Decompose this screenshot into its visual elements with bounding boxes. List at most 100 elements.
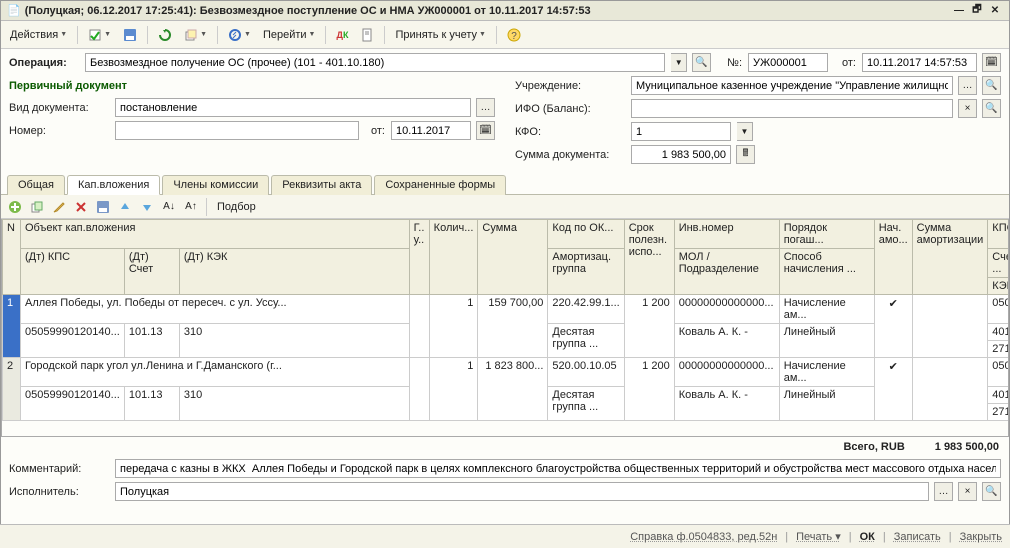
col-dtkps[interactable]: (Дт) КПС	[21, 249, 125, 295]
operation-input[interactable]	[85, 53, 665, 72]
col-dtacc[interactable]: (Дт) Счет	[124, 249, 179, 295]
save-grid-icon[interactable]	[93, 197, 113, 217]
col-namo[interactable]: Нач. амо...	[874, 220, 912, 295]
inst-input[interactable]	[631, 76, 953, 95]
executor-select-icon[interactable]: …	[934, 482, 953, 501]
date-from-input[interactable]	[391, 121, 471, 140]
ifo-input[interactable]	[631, 99, 953, 118]
copy-icon[interactable]: ▼	[179, 24, 212, 46]
print-button[interactable]: Печать ▾	[796, 530, 841, 543]
primary-section-header: Первичный документ	[9, 80, 495, 92]
primary-document-section: Первичный документ Вид документа: … Номе…	[9, 76, 495, 168]
accept-button[interactable]: Принять к учету▼	[390, 24, 490, 46]
col-amgrp[interactable]: Амортизац. группа	[548, 249, 624, 295]
doc-type-select-icon[interactable]: …	[476, 98, 495, 117]
col-kpsacc[interactable]: КПС счета ...	[988, 220, 1009, 249]
save-button[interactable]: Записать	[894, 531, 941, 543]
kfo-dropdown[interactable]: ▼	[737, 122, 753, 141]
close-button-bottom[interactable]: Закрыть	[960, 531, 1002, 543]
date-picker-icon[interactable]: 🗓	[982, 53, 1001, 72]
number-input[interactable]	[115, 121, 359, 140]
add-row-icon[interactable]	[5, 197, 25, 217]
inst-search-icon[interactable]: 🔍	[982, 76, 1001, 95]
restore-button[interactable]: 🗗	[969, 4, 985, 18]
edit-row-icon[interactable]	[49, 197, 69, 217]
ok-button[interactable]: ОК	[860, 531, 875, 543]
tabs: Общая Кап.вложения Члены комиссии Реквиз…	[1, 174, 1009, 195]
sum-input[interactable]	[631, 145, 731, 164]
num-input[interactable]	[748, 53, 828, 72]
post-icon[interactable]: ▼	[83, 24, 116, 46]
ifo-clear-icon[interactable]: ×	[958, 99, 977, 118]
status-bar: Справка ф.0504833, ред.52н | Печать ▾ | …	[0, 524, 1010, 548]
tab-saved-forms[interactable]: Сохраненные формы	[374, 175, 506, 195]
tab-kapvlozhenia[interactable]: Кап.вложения	[67, 175, 160, 195]
save-icon[interactable]	[118, 24, 142, 46]
col-sum[interactable]: Сумма	[478, 220, 548, 295]
move-up-icon[interactable]	[115, 197, 135, 217]
ifo-label: ИФО (Баланс):	[515, 103, 625, 115]
goto-menu[interactable]: Перейти▼	[258, 24, 321, 46]
col-g[interactable]: Г.. у..	[409, 220, 429, 295]
ref-link[interactable]: Справка ф.0504833, ред.52н	[630, 531, 777, 543]
col-obj[interactable]: Объект кап.вложения	[21, 220, 410, 249]
sum-label: Сумма документа:	[515, 149, 625, 161]
data-grid[interactable]: N Объект кап.вложения Г.. у.. Колич... С…	[1, 219, 1009, 437]
actions-menu[interactable]: Действия▼	[5, 24, 72, 46]
institution-section: Учреждение: … 🔍 ИФО (Баланс): × 🔍 КФО: ▼…	[515, 76, 1001, 168]
window-title: (Полуцкая; 06.12.2017 17:25:41): Безвозм…	[25, 5, 591, 17]
podbor-button[interactable]: Подбор	[212, 196, 261, 218]
date-input[interactable]	[862, 53, 977, 72]
sort-asc-icon[interactable]: A↓	[159, 197, 179, 217]
grid-toolbar: A↓ A↑ Подбор	[1, 195, 1009, 219]
date-from-label: от:	[371, 125, 385, 137]
executor-input[interactable]	[115, 482, 929, 501]
copy-row-icon[interactable]	[27, 197, 47, 217]
kfo-input[interactable]	[631, 122, 731, 141]
num-label: №:	[727, 57, 742, 69]
col-acc[interactable]: Счет учета ...	[988, 249, 1009, 278]
move-down-icon[interactable]	[137, 197, 157, 217]
comment-input[interactable]	[115, 459, 1001, 478]
close-button[interactable]: ✕	[987, 4, 1003, 18]
col-life[interactable]: Срок полезн. испо...	[624, 220, 674, 295]
svg-text:?: ?	[511, 31, 517, 42]
col-amway[interactable]: Способ начисления ...	[779, 249, 874, 295]
executor-search-icon[interactable]: 🔍	[982, 482, 1001, 501]
total-value: 1 983 500,00	[935, 441, 999, 453]
date-from-picker-icon[interactable]: 🗓	[476, 121, 495, 140]
total-row: Всего, RUB 1 983 500,00	[1, 437, 1009, 455]
col-pay[interactable]: Порядок погаш...	[779, 220, 874, 249]
col-n[interactable]: N	[3, 220, 21, 295]
operation-search-icon[interactable]: 🔍	[692, 53, 711, 72]
col-inv[interactable]: Инв.номер	[674, 220, 779, 249]
col-qty[interactable]: Колич...	[429, 220, 478, 295]
doc-type-input[interactable]	[115, 98, 471, 117]
col-okof[interactable]: Код по ОК...	[548, 220, 624, 249]
executor-label: Исполнитель:	[9, 486, 109, 498]
link-icon[interactable]: ▼	[223, 24, 256, 46]
table-row[interactable]: 2 Городской парк угол ул.Ленина и Г.Дама…	[3, 358, 1010, 387]
help-icon[interactable]: ?	[502, 24, 526, 46]
col-sumam[interactable]: Сумма амортизации	[912, 220, 988, 295]
sort-desc-icon[interactable]: A↑	[181, 197, 201, 217]
refresh-icon[interactable]	[153, 24, 177, 46]
col-dtkek[interactable]: (Дт) КЭК	[179, 249, 409, 295]
dtkt-icon[interactable]: ДК	[331, 24, 353, 46]
doc-type-label: Вид документа:	[9, 102, 109, 114]
delete-row-icon[interactable]	[71, 197, 91, 217]
minimize-button[interactable]: —	[951, 4, 967, 18]
tab-general[interactable]: Общая	[7, 175, 65, 195]
table-row[interactable]: 1 Аллея Победы, ул. Победы от пересеч. с…	[3, 295, 1010, 324]
doc-icon[interactable]	[355, 24, 379, 46]
executor-clear-icon[interactable]: ×	[958, 482, 977, 501]
col-kekacc[interactable]: КЭК счета ...	[988, 278, 1009, 295]
col-mol[interactable]: МОЛ / Подразделение	[674, 249, 779, 295]
inst-select-icon[interactable]: …	[958, 76, 977, 95]
operation-dropdown[interactable]: ▼	[671, 53, 687, 72]
tab-act-details[interactable]: Реквизиты акта	[271, 175, 372, 195]
title-bar: 📄 (Полуцкая; 06.12.2017 17:25:41): Безво…	[1, 1, 1009, 21]
tab-commission[interactable]: Члены комиссии	[162, 175, 269, 195]
ifo-search-icon[interactable]: 🔍	[982, 99, 1001, 118]
sum-calc-icon[interactable]: 🖩	[736, 145, 755, 164]
